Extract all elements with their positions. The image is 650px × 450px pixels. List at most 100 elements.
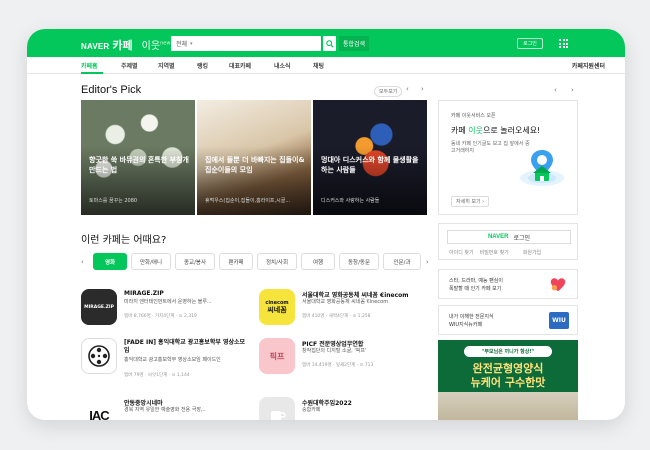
coffee-cup-icon — [271, 411, 286, 420]
promo-line: 내가 이해한 전문지식 — [449, 314, 494, 320]
cafe-list-item[interactable]: cinecom 씨네꼼 서울대학교 영화공동체 씨네꼼 €inecom 서울대학… — [259, 289, 429, 329]
cafe-meta: 멤버 8,766명 · 가치4단계 · ⊙ 2,319 — [124, 314, 197, 319]
cafe-name: 안동중앙시네마 — [124, 400, 163, 407]
find-id-link[interactable]: 아이디 찾기 — [449, 249, 474, 256]
heart-icon — [550, 278, 566, 292]
pick-card-title: 향긋한 쑥 바뮤권의 혼특한 부침개 만드는 법 — [89, 156, 189, 174]
recommend-title: 이런 카페는 어때요? — [81, 235, 167, 246]
naver-logo: NAVER — [487, 234, 509, 240]
cafe-name: MIRAGE.ZIP — [124, 290, 164, 297]
cafe-list-item[interactable]: MIRAGE.ZIP MIRAGE.ZIP 미라지 엔터테인먼트에서 운영하는 … — [81, 289, 251, 329]
main-nav: 카페홈 주제별 지역별 랭킹 대표카페 내소식 채팅 카페지원센터 — [27, 57, 625, 74]
ioot-promo-card[interactable]: 카페 이웃서비스 오픈 카페 이웃으로 놀러오세요! 동네 카페 인기글도 보고… — [438, 100, 578, 215]
category-chip[interactable]: 동창/동문 — [339, 253, 379, 270]
active-tab-indicator — [81, 72, 103, 74]
chevron-right-icon[interactable]: › — [571, 86, 574, 94]
pick-card[interactable]: 집에서 들뿐 더 바빠지는 집돌이&집순이들의 모임 휴먹우스(집순이,집돌이,… — [197, 100, 311, 215]
cafe-meta: 멤버 79명 · 씨앗1단계 · ⊙ 1,144 — [124, 373, 190, 378]
tab-cafe-home[interactable]: 카페홈 — [81, 61, 98, 70]
tab-my-news[interactable]: 내소식 — [274, 61, 291, 70]
pick-card[interactable]: 멍대아 디스커스와 함께 물생활을 하는 사람들 디스커스와 사랑하는 사람들 — [313, 100, 427, 215]
cafe-desc: 창작집단의 디지털 소굴, '픽프' — [302, 348, 367, 354]
ad-photo — [438, 392, 578, 420]
cafe-thumb-text: 픽프 — [269, 351, 285, 361]
login-links: 아이디 찾기 비밀번호 찾기 회원가입 — [449, 249, 541, 256]
tab-ranking[interactable]: 랭킹 — [197, 61, 208, 70]
cafe-logo: 카페 — [112, 39, 133, 52]
pick-card[interactable]: 향긋한 쑥 바뮤권의 혼특한 부침개 만드는 법 토마스를 꿈꾸는 2080 — [81, 100, 195, 215]
category-chip[interactable]: 정치/사회 — [257, 253, 297, 270]
category-chip[interactable]: 여행 — [301, 253, 335, 270]
wiu-promo[interactable]: 내가 이해한 전문지식 WIU지식뉴카페 WIU — [438, 305, 578, 335]
pick-card-title: 멍대아 디스커스와 함께 물생활을 하는 사람들 — [321, 156, 419, 174]
pick-card-title: 집에서 들뿐 더 바빠지는 집돌이&집순이들의 모임 — [205, 156, 305, 174]
promo-line: 스타, 드라마, 예능 팬심이 — [449, 278, 503, 284]
promo-line: WIU지식뉴카페 — [449, 322, 483, 328]
ad-banner[interactable]: "부모님은 끼니가 항상!" 완전균형영양식 뉴케어 구수한맛 — [438, 340, 578, 420]
pick-card-desc: 휴먹우스(집순이,집돌이,홈라이프,시골... — [205, 198, 291, 204]
search-icon — [325, 39, 334, 48]
view-all-button[interactable]: 모두보기 — [374, 86, 403, 97]
pick-card-desc: 디스커스와 사랑하는 사람들 — [321, 198, 380, 204]
chevron-left-icon[interactable]: ‹ — [406, 85, 409, 93]
cafe-desc: 숭합카페 — [302, 407, 321, 413]
wiu-logo-icon: WIU — [549, 312, 569, 329]
ioot-link[interactable]: 이웃new — [142, 37, 171, 52]
search-scope-label: 전체 — [176, 41, 188, 48]
neighborhood-map-icon — [520, 150, 564, 186]
top-header: NAVER 카페 이웃new 전체 ▾ 통합검색 로그인 — [27, 29, 625, 57]
cafe-list-item[interactable]: 수원대학주임2022 숭합카페 — [259, 397, 429, 420]
cafe-thumb-text: 씨네꼼 — [267, 306, 287, 314]
naver-logo: NAVER — [81, 42, 110, 51]
cafe-list-item[interactable]: 픽프 PICF 전문영상업무연합 창작집단의 디지털 소굴, '픽프' 멤버 1… — [259, 338, 429, 378]
tab-featured-cafe[interactable]: 대표카페 — [229, 61, 251, 70]
category-chip[interactable]: 인문/과 — [383, 253, 421, 270]
cafe-desc: 미라지 엔터테인먼트에서 운영하는 블루... — [124, 299, 212, 305]
tab-by-topic[interactable]: 주제별 — [121, 61, 138, 70]
promo-heading-pre: 카페 — [451, 126, 469, 135]
ad-headline: 뉴케어 구수한맛 — [470, 376, 546, 389]
cafe-desc: 서울대학교 영화공동체 씨네꼼 €inecom — [302, 299, 389, 305]
chevron-left-icon[interactable]: ‹ — [554, 86, 557, 94]
promo-heading: 카페 이웃으로 놀러오세요! — [451, 125, 540, 136]
naver-login-button[interactable]: NAVER 로그인 — [447, 230, 571, 244]
ioot-label: 이웃 — [141, 41, 161, 52]
cafe-thumbnail — [259, 397, 295, 420]
integrated-search-button[interactable]: 통합검색 — [339, 36, 369, 51]
tab-by-region[interactable]: 지역별 — [158, 61, 175, 70]
new-badge: new — [160, 40, 171, 47]
category-chip[interactable]: 만화/애니 — [131, 253, 171, 270]
cafe-thumbnail: IAC — [81, 397, 117, 420]
cafe-thumbnail — [81, 338, 117, 374]
category-chip[interactable]: 종교/봉사 — [175, 253, 215, 270]
login-button[interactable]: 로그인 — [517, 38, 543, 49]
tab-chat[interactable]: 채팅 — [313, 61, 324, 70]
category-chip[interactable]: 팬카페 — [219, 253, 253, 270]
cafe-list-item[interactable]: [FADE IN] 홍익대학교 광고홍보학부 영상소모임 홍익대학교 광고홍보학… — [81, 338, 251, 378]
browser-frame: NAVER 카페 이웃new 전체 ▾ 통합검색 로그인 카페홈 주제별 지역별 … — [27, 29, 625, 420]
find-password-link[interactable]: 비밀번호 찾기 — [480, 249, 509, 256]
search-button[interactable] — [323, 36, 336, 51]
category-chip[interactable]: 영화 — [93, 253, 127, 270]
support-center-link[interactable]: 카페지원센터 — [572, 61, 605, 70]
search-scope-select[interactable]: 전체 ▾ — [176, 39, 206, 49]
chevron-left-icon[interactable]: ‹ — [81, 258, 84, 266]
chevron-right-icon[interactable]: › — [426, 258, 429, 266]
fan-cafe-promo[interactable]: 스타, 드라마, 예능 팬심이 폭발할 때 인기 카페 보기 — [438, 269, 578, 299]
cafe-name: 수원대학주임2022 — [302, 400, 352, 407]
cafe-thumb-text: MIRAGE.ZIP — [84, 304, 114, 310]
brand-logo[interactable]: NAVER 카페 이웃new — [81, 37, 170, 53]
cafe-meta: 멤버 14,419명 · 잎새2단계 · ⊙ 713 — [302, 363, 374, 368]
login-label: 로그인 — [513, 234, 531, 242]
signup-link[interactable]: 회원가입 — [523, 249, 541, 256]
cafe-desc: 홍익대학교 광고홍보학부 영상소모임 페이드인 — [124, 357, 221, 363]
search-input[interactable]: 전체 ▾ — [171, 36, 321, 51]
detail-button[interactable]: 자세히 보기 › — [451, 196, 490, 207]
cafe-thumbnail: cinecom 씨네꼼 — [259, 289, 295, 325]
cafe-list-item[interactable]: IAC 안동중앙시네마 경북 지역 유일한 예술영화 전용 극장,.. — [81, 397, 251, 420]
promo-heading-post: 으로 놀러오세요! — [483, 126, 541, 135]
cafe-name: 서울대학교 영화공동체 씨네꼼 €inecom — [302, 292, 409, 299]
cafe-thumbnail: 픽프 — [259, 338, 295, 374]
chevron-right-icon[interactable]: › — [421, 85, 424, 93]
app-grid-icon[interactable] — [559, 39, 568, 48]
